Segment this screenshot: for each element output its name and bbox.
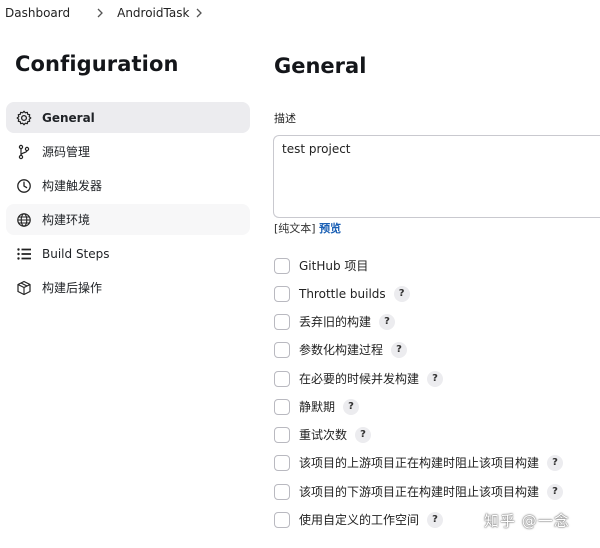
checkbox[interactable] — [274, 370, 290, 387]
option-concurrent-builds[interactable]: 在必要的时候并发构建 ? — [274, 370, 444, 387]
watermark: 知乎 @一念 — [484, 512, 570, 530]
option-discard-old-builds[interactable]: 丢弃旧的构建 ? — [274, 313, 396, 330]
help-icon[interactable]: ? — [355, 426, 372, 443]
checkbox[interactable] — [274, 483, 290, 500]
description-field[interactable]: test project — [273, 135, 600, 218]
option-label: 参数化构建过程 — [299, 343, 384, 357]
sidebar-item-source-control[interactable]: 源码管理 — [6, 136, 250, 167]
option-label: 使用自定义的工作空间 — [299, 513, 420, 527]
help-icon[interactable]: ? — [343, 398, 360, 415]
option-retry-count[interactable]: 重试次数 ? — [274, 426, 372, 443]
option-label: 重试次数 — [299, 428, 348, 442]
sidebar-item-label: Build Steps — [42, 246, 110, 261]
branch-icon — [16, 144, 32, 160]
clock-icon — [16, 178, 32, 194]
section-title: General — [274, 54, 367, 78]
option-label: GitHub 项目 — [299, 259, 369, 273]
chevron-right-icon — [96, 8, 104, 18]
chevron-right-icon[interactable] — [195, 8, 203, 18]
sidebar-item-post-build-actions[interactable]: 构建后操作 — [6, 272, 250, 303]
package-icon — [16, 280, 32, 296]
breadcrumb: Dashboard AndroidTask — [0, 0, 600, 26]
option-throttle-builds[interactable]: Throttle builds ? — [274, 285, 410, 302]
option-custom-workspace[interactable]: 使用自定义的工作空间 ? — [274, 511, 444, 528]
list-icon — [16, 246, 32, 262]
checkbox[interactable] — [274, 454, 290, 471]
gear-icon — [16, 110, 32, 126]
help-icon[interactable]: ? — [393, 285, 410, 302]
option-label: Throttle builds — [299, 286, 386, 301]
option-label: 静默期 — [299, 400, 336, 414]
checkbox[interactable] — [274, 398, 290, 415]
breadcrumb-dashboard[interactable]: Dashboard — [5, 6, 70, 20]
checkbox[interactable] — [274, 426, 290, 443]
option-parameterized-build[interactable]: 参数化构建过程 ? — [274, 341, 408, 358]
option-label: 丢弃旧的构建 — [299, 315, 372, 329]
preview-link[interactable]: 预览 — [319, 222, 341, 235]
sidebar-item-build-environment[interactable]: 构建环境 — [6, 204, 250, 235]
globe-icon — [16, 212, 32, 228]
checkbox[interactable] — [274, 313, 290, 330]
checkbox[interactable] — [274, 341, 290, 358]
sidebar-item-label: General — [42, 110, 95, 125]
option-github-project[interactable]: GitHub 项目 — [274, 257, 368, 274]
plain-text-label: [纯文本] — [274, 222, 316, 235]
sidebar-item-label: 源码管理 — [42, 145, 91, 159]
sidebar-item-label: 构建触发器 — [42, 179, 103, 193]
sidebar-item-general[interactable]: General — [6, 102, 250, 133]
option-block-when-upstream-building[interactable]: 该项目的上游项目正在构建时阻止该项目构建 ? — [274, 454, 564, 471]
option-quiet-period[interactable]: 静默期 ? — [274, 398, 360, 415]
help-icon[interactable]: ? — [547, 454, 564, 471]
option-block-when-downstream-building[interactable]: 该项目的下游项目正在构建时阻止该项目构建 ? — [274, 483, 564, 500]
help-icon[interactable]: ? — [547, 483, 564, 500]
option-label: 该项目的上游项目正在构建时阻止该项目构建 — [299, 456, 540, 470]
description-format-links: [纯文本] 预览 — [274, 220, 341, 236]
sidebar-item-label: 构建后操作 — [42, 281, 103, 295]
checkbox[interactable] — [274, 511, 290, 528]
sidebar-item-build-steps[interactable]: Build Steps — [6, 238, 250, 269]
checkbox[interactable] — [274, 285, 290, 302]
page-title: Configuration — [15, 52, 179, 76]
sidebar-item-label: 构建环境 — [42, 213, 91, 227]
breadcrumb-androidtask[interactable]: AndroidTask — [117, 6, 189, 20]
help-icon[interactable]: ? — [379, 313, 396, 330]
help-icon[interactable]: ? — [391, 341, 408, 358]
checkbox[interactable] — [274, 257, 290, 274]
help-icon[interactable]: ? — [427, 370, 444, 387]
help-icon[interactable]: ? — [427, 511, 444, 528]
option-label: 在必要的时候并发构建 — [299, 372, 420, 386]
sidebar-item-build-triggers[interactable]: 构建触发器 — [6, 170, 250, 201]
description-label: 描述 — [274, 112, 296, 125]
option-label: 该项目的下游项目正在构建时阻止该项目构建 — [299, 485, 540, 499]
